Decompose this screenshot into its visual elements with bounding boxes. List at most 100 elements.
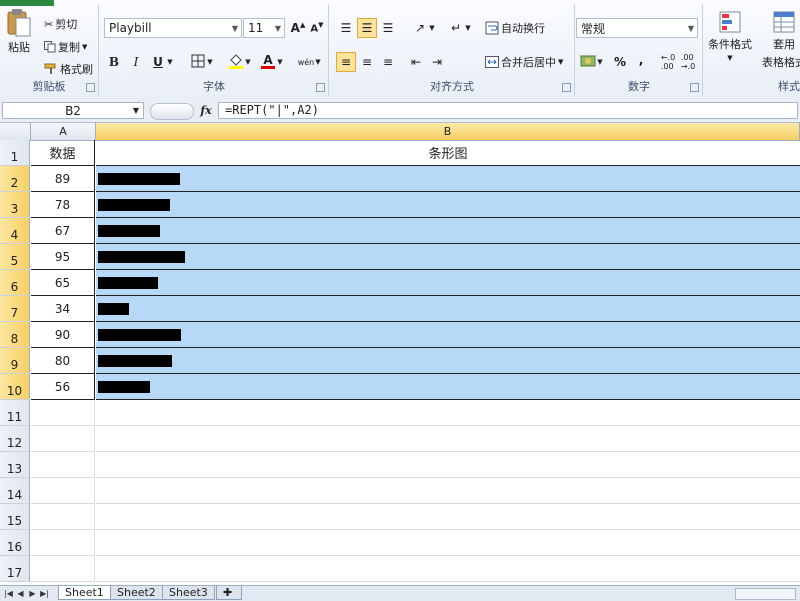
- italic-button[interactable]: I: [126, 52, 146, 72]
- underline-button[interactable]: U: [148, 52, 168, 72]
- cell[interactable]: [31, 504, 95, 530]
- row-header[interactable]: 3: [0, 192, 30, 218]
- cell[interactable]: [96, 504, 800, 530]
- cell[interactable]: [96, 192, 800, 218]
- phonetic-dropdown[interactable]: ▼: [314, 52, 322, 72]
- font-color-dropdown[interactable]: ▼: [276, 52, 284, 72]
- column-header-b[interactable]: B: [96, 123, 800, 140]
- border-button[interactable]: [188, 52, 208, 72]
- row-header[interactable]: 16: [0, 530, 30, 556]
- number-format-select[interactable]: 常规 ▼: [576, 18, 698, 38]
- row-header[interactable]: 13: [0, 452, 30, 478]
- row-header[interactable]: 4: [0, 218, 30, 244]
- row-header[interactable]: 5: [0, 244, 30, 270]
- number-launcher-icon[interactable]: [690, 83, 699, 92]
- cell[interactable]: [31, 530, 95, 556]
- orientation-dropdown[interactable]: ▼: [428, 18, 436, 38]
- cell[interactable]: 67: [31, 218, 95, 244]
- cell[interactable]: 95: [31, 244, 95, 270]
- comma-button[interactable]: ,: [631, 50, 651, 70]
- text-direction-dropdown[interactable]: ▼: [464, 18, 472, 38]
- cell[interactable]: [96, 400, 800, 426]
- cell[interactable]: 56: [31, 374, 95, 400]
- select-all-corner[interactable]: [0, 123, 31, 140]
- grow-font-button[interactable]: A▲: [288, 18, 308, 38]
- cell[interactable]: [96, 530, 800, 556]
- align-right-button[interactable]: ≡: [378, 52, 398, 72]
- next-sheet-icon[interactable]: ▶: [27, 587, 38, 599]
- row-header[interactable]: 10: [0, 374, 30, 400]
- wrap-text-button[interactable]: 自动换行: [485, 20, 545, 36]
- name-box[interactable]: B2 ▼: [2, 102, 144, 119]
- cell[interactable]: 89: [31, 166, 95, 192]
- merge-center-button[interactable]: 合并后居中 ▼: [485, 54, 563, 70]
- currency-dropdown[interactable]: ▼: [596, 52, 604, 72]
- row-header[interactable]: 17: [0, 556, 30, 582]
- row-header[interactable]: 2: [0, 166, 30, 192]
- align-bottom-button[interactable]: ☰: [378, 18, 398, 38]
- row-header[interactable]: 7: [0, 296, 30, 322]
- cell[interactable]: [96, 166, 800, 192]
- cell[interactable]: 34: [31, 296, 95, 322]
- insert-function-icon[interactable]: fx: [196, 102, 216, 119]
- cell[interactable]: [96, 556, 800, 582]
- horizontal-scrollbar[interactable]: [735, 588, 796, 600]
- row-header[interactable]: 15: [0, 504, 30, 530]
- fill-color-button[interactable]: [226, 52, 246, 72]
- clipboard-launcher-icon[interactable]: [86, 83, 95, 92]
- row-header[interactable]: 1: [0, 140, 30, 166]
- cell[interactable]: [31, 452, 95, 478]
- last-sheet-icon[interactable]: ▶|: [39, 587, 50, 599]
- cell[interactable]: [31, 400, 95, 426]
- cell[interactable]: 条形图: [96, 140, 800, 166]
- orientation-button[interactable]: ↗: [410, 18, 430, 38]
- alignment-launcher-icon[interactable]: [562, 83, 571, 92]
- format-as-table-button[interactable]: 套用 表格格式: [762, 10, 800, 70]
- cell[interactable]: [96, 218, 800, 244]
- phonetic-button[interactable]: wén: [296, 52, 316, 72]
- cell[interactable]: 65: [31, 270, 95, 296]
- decrease-indent-button[interactable]: ⇤: [406, 52, 426, 72]
- sheet-tab-3[interactable]: Sheet3: [162, 586, 215, 600]
- cell[interactable]: [96, 478, 800, 504]
- row-header[interactable]: 6: [0, 270, 30, 296]
- sheet-tab-1[interactable]: Sheet1: [58, 586, 111, 600]
- cell[interactable]: [31, 478, 95, 504]
- column-header-a[interactable]: A: [31, 123, 96, 140]
- cell[interactable]: [96, 270, 800, 296]
- percent-button[interactable]: %: [610, 52, 630, 72]
- format-painter-button[interactable]: 格式刷: [44, 61, 93, 77]
- increase-decimal-button[interactable]: ←.0.00: [658, 52, 678, 72]
- font-color-button[interactable]: A: [258, 52, 278, 72]
- conditional-format-button[interactable]: 条件格式 ▼: [708, 10, 752, 62]
- shrink-font-button[interactable]: A▼: [307, 18, 327, 38]
- row-header[interactable]: 14: [0, 478, 30, 504]
- cell[interactable]: [96, 452, 800, 478]
- increase-indent-button[interactable]: ⇥: [427, 52, 447, 72]
- cut-button[interactable]: ✂ 剪切: [44, 16, 77, 32]
- cell[interactable]: [96, 426, 800, 452]
- align-top-button[interactable]: ☰: [336, 18, 356, 38]
- font-launcher-icon[interactable]: [316, 83, 325, 92]
- text-direction-button[interactable]: ↵: [446, 18, 466, 38]
- cell[interactable]: 数据: [31, 140, 95, 166]
- cell[interactable]: 80: [31, 348, 95, 374]
- border-dropdown[interactable]: ▼: [206, 52, 214, 72]
- insert-sheet-button[interactable]: ✚: [216, 586, 242, 600]
- cell[interactable]: [96, 348, 800, 374]
- cell[interactable]: [96, 374, 800, 400]
- cell[interactable]: [96, 296, 800, 322]
- row-header[interactable]: 11: [0, 400, 30, 426]
- row-header[interactable]: 9: [0, 348, 30, 374]
- formula-bar-splitter[interactable]: [150, 103, 194, 120]
- currency-button[interactable]: [578, 52, 598, 72]
- cell[interactable]: 90: [31, 322, 95, 348]
- cell[interactable]: [31, 556, 95, 582]
- copy-button[interactable]: 复制 ▼: [44, 39, 87, 55]
- row-header[interactable]: 12: [0, 426, 30, 452]
- prev-sheet-icon[interactable]: ◀: [15, 587, 26, 599]
- formula-input[interactable]: =REPT("|",A2): [218, 102, 798, 119]
- first-sheet-icon[interactable]: |◀: [3, 587, 14, 599]
- sheet-tab-2[interactable]: Sheet2: [110, 586, 163, 600]
- row-header[interactable]: 8: [0, 322, 30, 348]
